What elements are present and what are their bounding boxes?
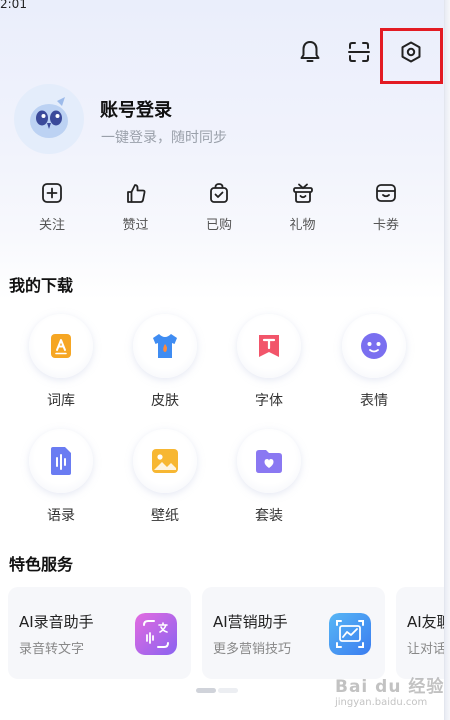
baidu-watermark: Bai du 经验 jingyan.baidu.com [335, 672, 444, 708]
plus-square-icon [42, 183, 62, 203]
font-icon [259, 335, 279, 357]
quick-follow-label: 关注 [38, 218, 65, 233]
wallpaper-icon [152, 449, 178, 473]
quick-coupon[interactable]: 卡券 [348, 180, 424, 236]
service-card-ai-marketing[interactable]: AI营销助手 更多营销技巧 [202, 587, 385, 679]
download-emoji[interactable]: 表情 [329, 314, 419, 410]
settings-highlight-box [380, 28, 443, 84]
marketing-chart-icon [329, 613, 371, 655]
service-card-title: AI录音助手 [19, 613, 94, 631]
quick-coupon-label: 卡券 [372, 218, 399, 233]
quick-purchased[interactable]: 已购 [181, 180, 257, 236]
quote-voice-icon [51, 447, 71, 475]
download-suite-label: 套装 [255, 508, 283, 524]
bird-mascot-icon [30, 97, 68, 138]
service-card-subtitle: 让对话 [407, 642, 447, 657]
avatar[interactable] [14, 84, 84, 154]
quick-gift[interactable]: 礼物 [265, 180, 341, 236]
quick-follow[interactable]: 关注 [14, 180, 90, 236]
watermark-sub: jingyan.baidu.com [335, 697, 428, 708]
suite-folder-icon [256, 450, 282, 473]
download-font[interactable]: 字体 [224, 314, 314, 410]
download-quotes[interactable]: 语录 [16, 429, 106, 525]
downloads-title: 我的下载 [9, 276, 74, 295]
watermark-text: Bai du 经验 [335, 677, 445, 697]
login-title[interactable]: 账号登录 [100, 96, 172, 122]
notification-button[interactable] [292, 34, 328, 70]
profile-screen: 2:01 账号登录 一键登录，随时同步 关注 赞过 已购 礼物 卡券 我的下载 … [0, 0, 450, 720]
quick-gift-label: 礼物 [289, 218, 316, 233]
status-time: 2:01 [0, 0, 27, 11]
scan-icon [348, 42, 370, 62]
emoji-face-icon [361, 333, 387, 359]
screen-edge [444, 0, 450, 720]
service-card-ai-recording[interactable]: AI录音助手 录音转文字 [8, 587, 191, 679]
service-card-title: AI营销助手 [213, 613, 288, 631]
carousel-indicator [196, 688, 238, 693]
services-title: 特色服务 [9, 555, 74, 574]
scan-button[interactable] [341, 34, 377, 70]
quick-purchased-label: 已购 [205, 218, 232, 233]
bell-icon [300, 41, 320, 62]
download-wallpaper-label: 壁纸 [151, 508, 179, 524]
download-wallpaper[interactable]: 壁纸 [120, 429, 210, 525]
download-skin-label: 皮肤 [151, 393, 179, 409]
login-subtitle: 一键登录，随时同步 [101, 130, 227, 146]
service-card-ai-chat[interactable]: AI友聊 让对话 [396, 587, 450, 679]
shopping-bag-icon [210, 183, 228, 203]
lexicon-icon [51, 334, 71, 358]
download-font-label: 字体 [255, 393, 283, 409]
service-card-subtitle: 录音转文字 [19, 642, 85, 657]
download-quotes-label: 语录 [47, 508, 75, 524]
download-lexicon-label: 词库 [47, 393, 75, 409]
quick-liked-label: 赞过 [122, 218, 149, 233]
coupon-icon [376, 184, 396, 202]
download-emoji-label: 表情 [360, 393, 388, 409]
download-skin[interactable]: 皮肤 [120, 314, 210, 410]
voice-translate-icon [135, 613, 177, 655]
service-card-subtitle: 更多营销技巧 [213, 642, 292, 657]
download-suite[interactable]: 套装 [224, 429, 314, 525]
quick-liked[interactable]: 赞过 [98, 180, 174, 236]
skin-shirt-icon [153, 334, 177, 358]
download-lexicon[interactable]: 词库 [16, 314, 106, 410]
quick-actions: 关注 赞过 已购 礼物 卡券 [14, 180, 424, 236]
gift-icon [292, 183, 313, 203]
thumbs-up-icon [126, 184, 145, 203]
